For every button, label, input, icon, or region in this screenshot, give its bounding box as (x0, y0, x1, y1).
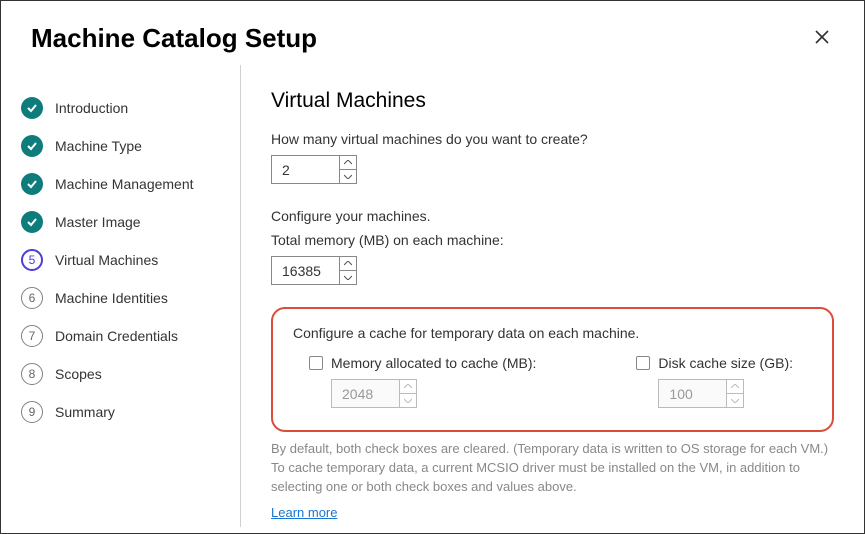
configure-label: Configure your machines. (271, 208, 834, 224)
step-number: 8 (21, 363, 43, 385)
step-label: Domain Credentials (55, 328, 178, 344)
step-label: Machine Type (55, 138, 142, 154)
step-label: Summary (55, 404, 115, 420)
memory-input[interactable] (271, 256, 339, 285)
step-label: Scopes (55, 366, 102, 382)
step-master-image[interactable]: Master Image (21, 203, 220, 241)
vm-count-input[interactable] (271, 155, 339, 184)
step-scopes[interactable]: 8 Scopes (21, 355, 220, 393)
step-introduction[interactable]: Introduction (21, 89, 220, 127)
check-icon (21, 97, 43, 119)
step-number: 6 (21, 287, 43, 309)
step-machine-management[interactable]: Machine Management (21, 165, 220, 203)
step-summary[interactable]: 9 Summary (21, 393, 220, 431)
step-number: 9 (21, 401, 43, 423)
check-icon (21, 173, 43, 195)
chevron-down-icon (731, 398, 739, 403)
memory-cache-label: Memory allocated to cache (MB): (331, 355, 536, 371)
step-label: Master Image (55, 214, 141, 230)
step-machine-identities[interactable]: 6 Machine Identities (21, 279, 220, 317)
memory-cache-checkbox[interactable] (309, 356, 323, 370)
step-number: 5 (21, 249, 43, 271)
step-virtual-machines[interactable]: 5 Virtual Machines (21, 241, 220, 279)
step-label: Virtual Machines (55, 252, 158, 268)
page-title: Machine Catalog Setup (31, 23, 317, 54)
step-label: Machine Management (55, 176, 194, 192)
disk-cache-input[interactable] (658, 379, 726, 408)
chevron-up-icon (344, 160, 352, 165)
step-number: 7 (21, 325, 43, 347)
chevron-down-icon (404, 398, 412, 403)
step-machine-type[interactable]: Machine Type (21, 127, 220, 165)
disk-cache-decrement (726, 393, 744, 408)
chevron-down-icon (344, 275, 352, 280)
help-text: By default, both check boxes are cleared… (271, 440, 834, 497)
memory-increment[interactable] (339, 256, 357, 270)
memory-cache-decrement (399, 393, 417, 408)
learn-more-link[interactable]: Learn more (271, 505, 337, 520)
memory-label: Total memory (MB) on each machine: (271, 232, 834, 248)
disk-cache-label: Disk cache size (GB): (658, 355, 793, 371)
chevron-up-icon (731, 384, 739, 389)
memory-decrement[interactable] (339, 270, 357, 285)
vm-count-label: How many virtual machines do you want to… (271, 131, 834, 147)
main-panel: Virtual Machines How many virtual machin… (241, 65, 864, 527)
disk-cache-increment (726, 379, 744, 393)
step-label: Introduction (55, 100, 128, 116)
chevron-up-icon (344, 261, 352, 266)
vm-count-decrement[interactable] (339, 169, 357, 184)
chevron-down-icon (344, 174, 352, 179)
step-label: Machine Identities (55, 290, 168, 306)
memory-cache-increment (399, 379, 417, 393)
vm-count-increment[interactable] (339, 155, 357, 169)
section-title: Virtual Machines (271, 89, 834, 113)
cache-config-section: Configure a cache for temporary data on … (271, 307, 834, 432)
wizard-steps-sidebar: Introduction Machine Type Machine Manage… (1, 65, 241, 527)
memory-cache-input[interactable] (331, 379, 399, 408)
cache-title: Configure a cache for temporary data on … (293, 325, 812, 341)
close-icon (814, 29, 830, 45)
chevron-up-icon (404, 384, 412, 389)
disk-cache-checkbox[interactable] (636, 356, 650, 370)
step-domain-credentials[interactable]: 7 Domain Credentials (21, 317, 220, 355)
close-button[interactable] (810, 21, 834, 55)
check-icon (21, 135, 43, 157)
check-icon (21, 211, 43, 233)
